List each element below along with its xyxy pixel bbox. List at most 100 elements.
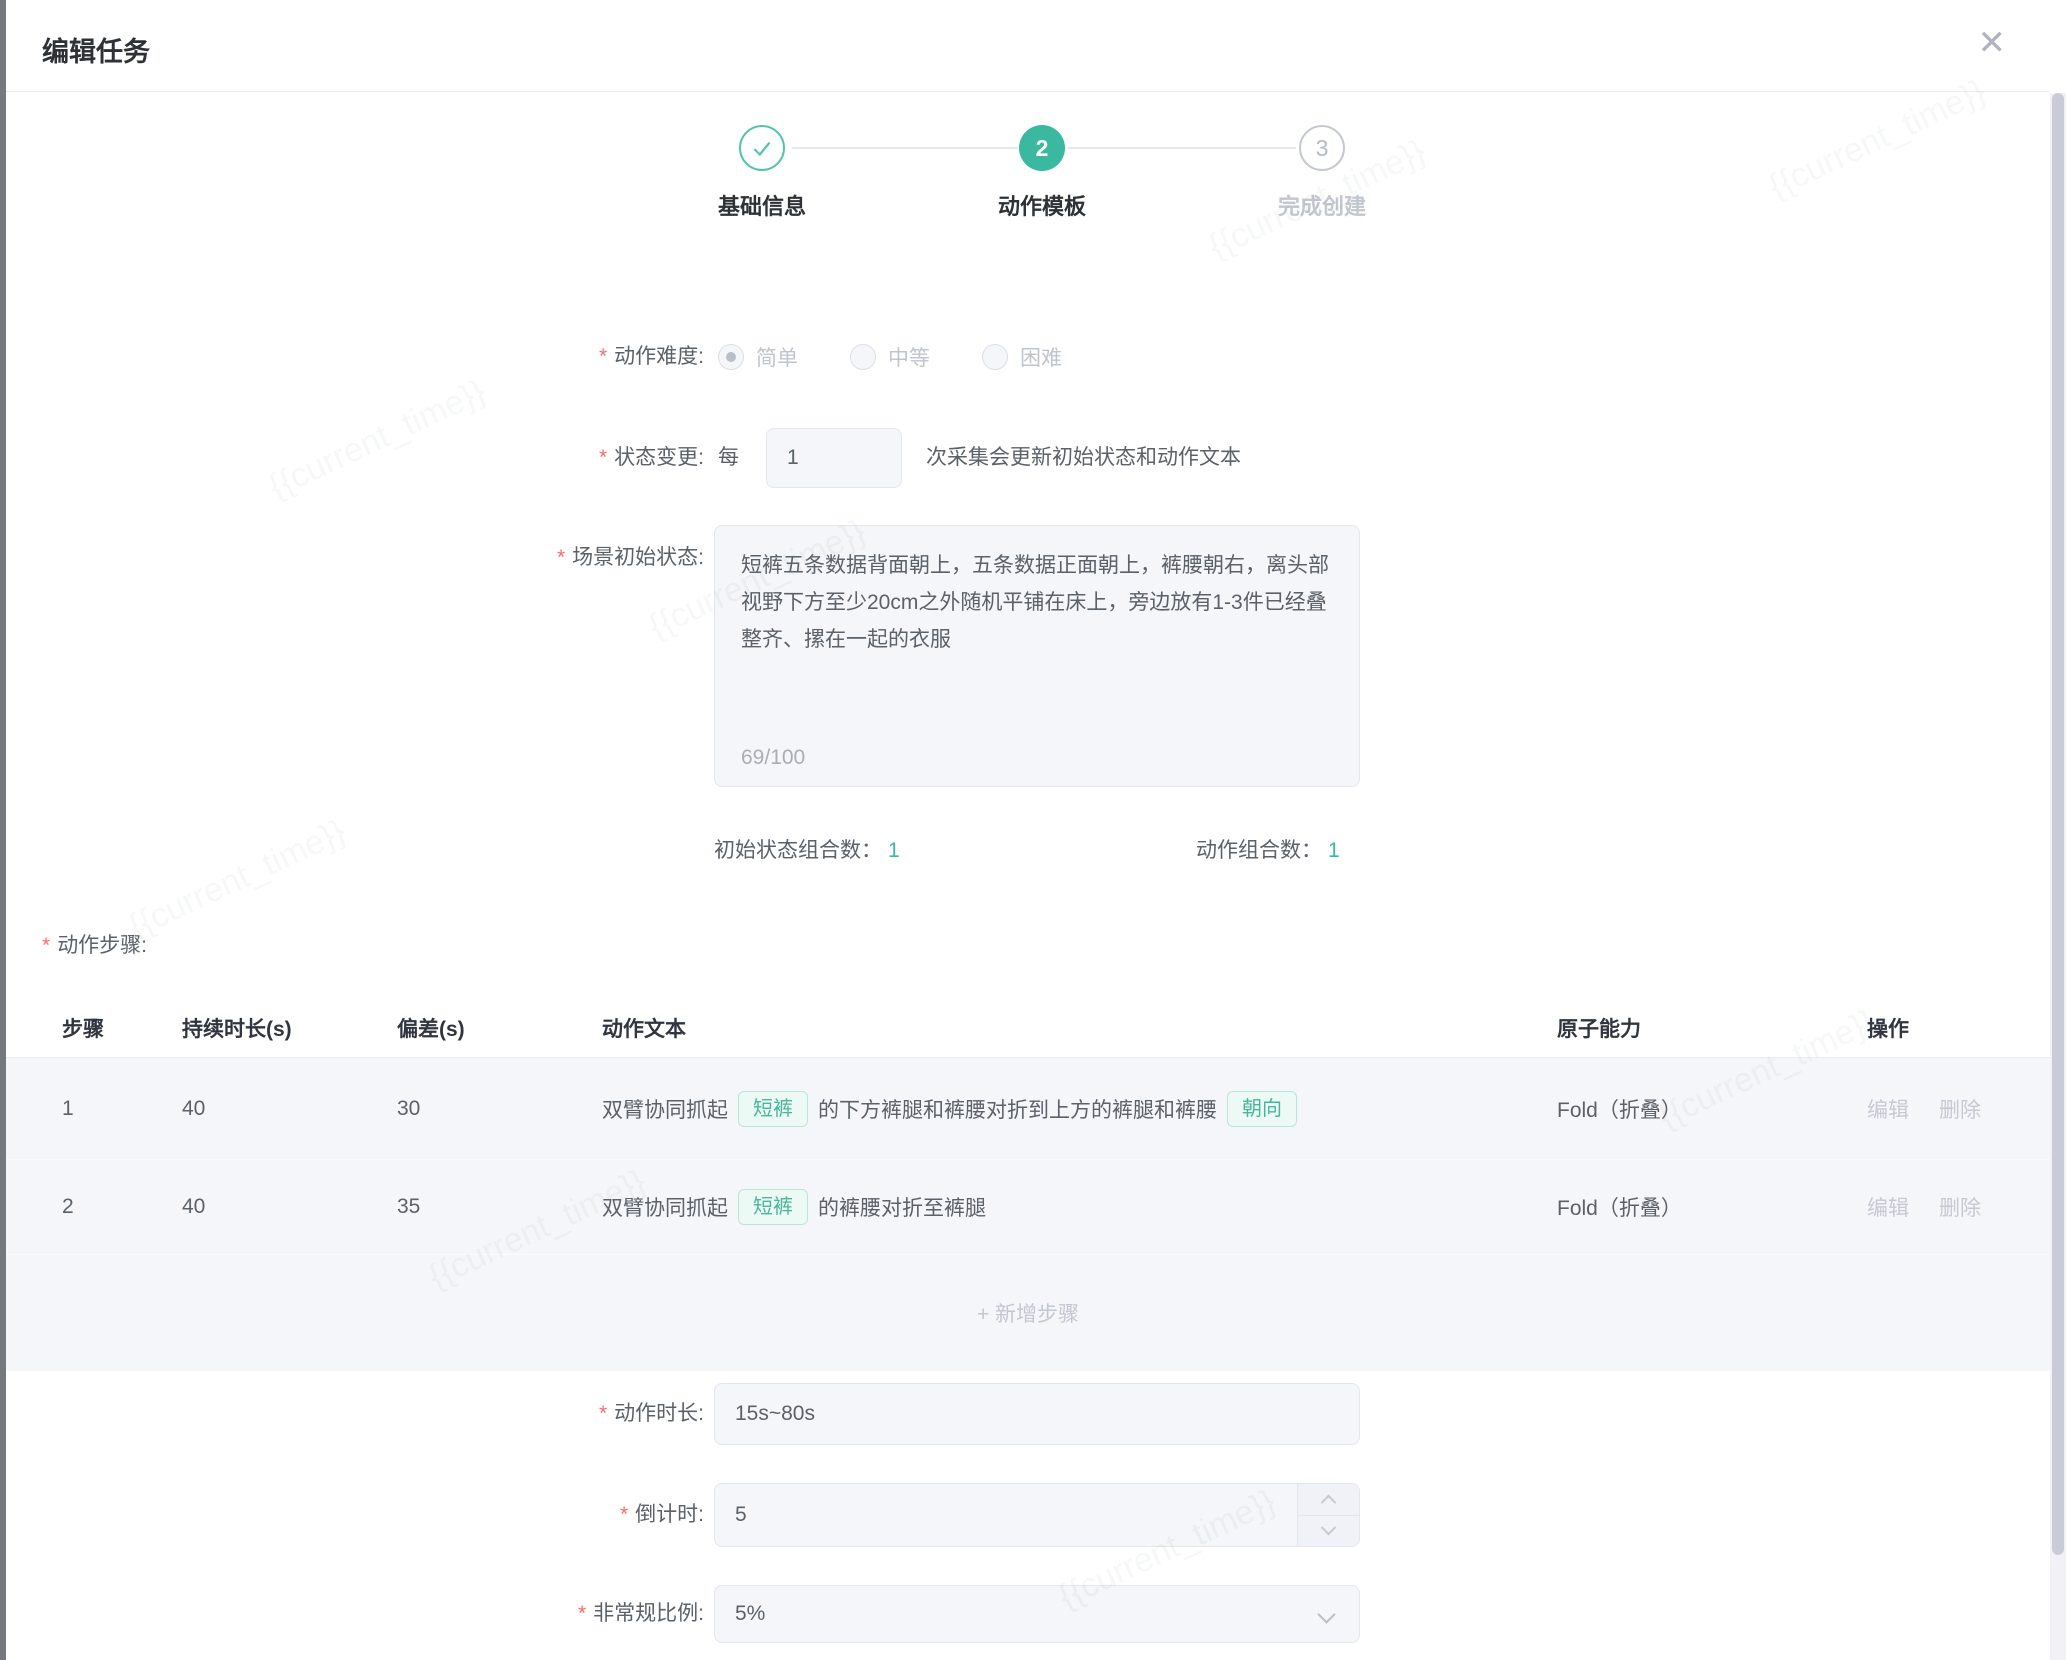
initial-state-row: *场景初始状态: 短裤五条数据背面朝上，五条数据正面朝上，裤腰朝右，离头部视野下… (6, 525, 2050, 791)
radio-hard[interactable]: 困难 (982, 342, 1062, 372)
unusual-ratio-select[interactable]: 5% (714, 1585, 1360, 1643)
cell-ability: Fold（折叠） (1557, 1094, 1867, 1124)
scrollbar-thumb[interactable] (2052, 93, 2064, 1555)
cell-step: 2 (62, 1195, 182, 1219)
action-text-part: 双臂协同抓起 (602, 1094, 728, 1124)
radio-medium[interactable]: 中等 (850, 342, 930, 372)
delete-button[interactable]: 删除 (1939, 1094, 1981, 1124)
action-combo-value: 1 (1328, 839, 1340, 862)
radio-easy[interactable]: 简单 (718, 342, 798, 372)
check-icon (749, 135, 775, 161)
unusual-ratio-value: 5% (735, 1602, 1320, 1626)
required-marker: * (599, 345, 607, 368)
action-duration-input[interactable] (714, 1383, 1360, 1445)
cell-actions: 编辑 删除 (1867, 1192, 2050, 1222)
table-row: 2 40 35 双臂协同抓起 短裤 的裤腰对折至裤腿 Fold（折叠） 编辑 删… (6, 1160, 2050, 1255)
initial-combo-count: 初始状态组合数： 1 (714, 835, 900, 867)
countdown-label: *倒计时: (6, 1483, 704, 1547)
state-change-label: *状态变更: (6, 428, 704, 488)
cell-duration: 40 (182, 1195, 397, 1219)
orientation-tag: 朝向 (1227, 1091, 1297, 1127)
initial-state-textarea[interactable]: 短裤五条数据背面朝上，五条数据正面朝上，裤腰朝右，离头部视野下方至少20cm之外… (714, 525, 1360, 787)
cell-deviation: 35 (397, 1195, 602, 1219)
required-marker: * (578, 1602, 586, 1625)
chevron-down-icon (1321, 1520, 1337, 1536)
edit-button[interactable]: 编辑 (1867, 1094, 1909, 1124)
action-text-part: 双臂协同抓起 (602, 1192, 728, 1222)
difficulty-radio-group: 简单 中等 困难 (718, 331, 1062, 383)
countdown-row: *倒计时: (6, 1483, 2050, 1547)
step-pending-circle: 3 (1299, 125, 1345, 171)
required-marker: * (42, 934, 50, 957)
col-header-ability: 原子能力 (1557, 1013, 1867, 1043)
radio-label: 中等 (888, 342, 930, 372)
col-header-actions: 操作 (1867, 1013, 2050, 1043)
radio-circle (982, 344, 1008, 370)
cell-action-text: 双臂协同抓起 短裤 的下方裤腿和裤腰对折到上方的裤腿和裤腰 朝向 (602, 1091, 1557, 1127)
state-change-input[interactable] (766, 428, 902, 488)
required-marker: * (557, 546, 565, 569)
stepper-step-finish[interactable]: 3 完成创建 (1172, 125, 1472, 221)
radio-label: 困难 (1020, 342, 1062, 372)
decrement-button[interactable] (1298, 1516, 1359, 1547)
countdown-input[interactable] (714, 1483, 1360, 1547)
cell-actions: 编辑 删除 (1867, 1094, 2050, 1124)
required-marker: * (599, 1402, 607, 1425)
action-text-part: 的下方裤腿和裤腰对折到上方的裤腿和裤腰 (818, 1094, 1217, 1124)
countdown-number-input (714, 1483, 1360, 1547)
action-combo-count: 动作组合数： 1 (1196, 835, 1340, 867)
radio-label: 简单 (756, 342, 798, 372)
unusual-ratio-row: *非常规比例: 5% (6, 1585, 2050, 1643)
action-duration-row: *动作时长: (6, 1383, 2050, 1445)
combo-counts-row: 初始状态组合数： 1 动作组合数： 1 (6, 835, 2050, 867)
edit-button[interactable]: 编辑 (1867, 1192, 1909, 1222)
dialog-body: 基础信息 2 动作模板 3 完成创建 *动作难度: 简单 (6, 93, 2050, 1660)
cell-ability: Fold（折叠） (1557, 1192, 1867, 1222)
radio-circle-selected (718, 344, 744, 370)
cell-deviation: 30 (397, 1097, 602, 1121)
table-row: 1 40 30 双臂协同抓起 短裤 的下方裤腿和裤腰对折到上方的裤腿和裤腰 朝向… (6, 1058, 2050, 1160)
number-spinner (1297, 1484, 1359, 1546)
dialog-header: 编辑任务 ✕ (6, 0, 2050, 92)
stepper-step-action-template[interactable]: 2 动作模板 (892, 125, 1192, 221)
object-tag: 短裤 (738, 1189, 808, 1225)
dialog-title: 编辑任务 (42, 30, 150, 69)
state-change-suffix: 次采集会更新初始状态和动作文本 (926, 428, 1241, 488)
add-step-label: + 新增步骤 (977, 1298, 1079, 1328)
difficulty-label: *动作难度: (6, 331, 704, 383)
initial-combo-label: 初始状态组合数： (714, 839, 882, 862)
background-page-edge (0, 0, 6, 1660)
cell-step: 1 (62, 1097, 182, 1121)
unusual-ratio-label: *非常规比例: (6, 1585, 704, 1643)
increment-button[interactable] (1298, 1484, 1359, 1516)
add-step-button[interactable]: + 新增步骤 (6, 1255, 2050, 1371)
state-change-prefix: 每 (718, 428, 739, 488)
initial-state-value: 短裤五条数据背面朝上，五条数据正面朝上，裤腰朝右，离头部视野下方至少20cm之外… (741, 548, 1333, 658)
step-active-circle: 2 (1019, 125, 1065, 171)
step-done-circle (739, 125, 785, 171)
action-combo-label: 动作组合数： (1196, 839, 1322, 862)
col-header-step: 步骤 (62, 1013, 182, 1043)
difficulty-row: *动作难度: 简单 中等 困难 (6, 331, 2050, 383)
initial-combo-value: 1 (888, 839, 900, 862)
state-change-row: *状态变更: 每 次采集会更新初始状态和动作文本 (6, 428, 2050, 488)
cell-duration: 40 (182, 1097, 397, 1121)
stepper: 基础信息 2 动作模板 3 完成创建 (6, 93, 2050, 253)
col-header-duration: 持续时长(s) (182, 1013, 397, 1043)
object-tag: 短裤 (738, 1091, 808, 1127)
required-marker: * (620, 1503, 628, 1526)
delete-button[interactable]: 删除 (1939, 1192, 1981, 1222)
char-counter: 69/100 (741, 746, 805, 770)
radio-circle (850, 344, 876, 370)
step-label: 基础信息 (612, 189, 912, 221)
step-label: 完成创建 (1172, 189, 1472, 221)
action-duration-label: *动作时长: (6, 1383, 704, 1445)
col-header-deviation: 偏差(s) (397, 1013, 602, 1043)
chevron-up-icon (1321, 1494, 1337, 1510)
action-steps-table: 步骤 持续时长(s) 偏差(s) 动作文本 原子能力 操作 1 40 30 双臂… (6, 998, 2050, 1371)
action-steps-label: *动作步骤: (42, 931, 147, 961)
step-label: 动作模板 (892, 189, 1192, 221)
stepper-step-basic-info[interactable]: 基础信息 (612, 125, 912, 221)
close-icon[interactable]: ✕ (1978, 26, 2007, 60)
vertical-scrollbar (2050, 93, 2066, 1660)
